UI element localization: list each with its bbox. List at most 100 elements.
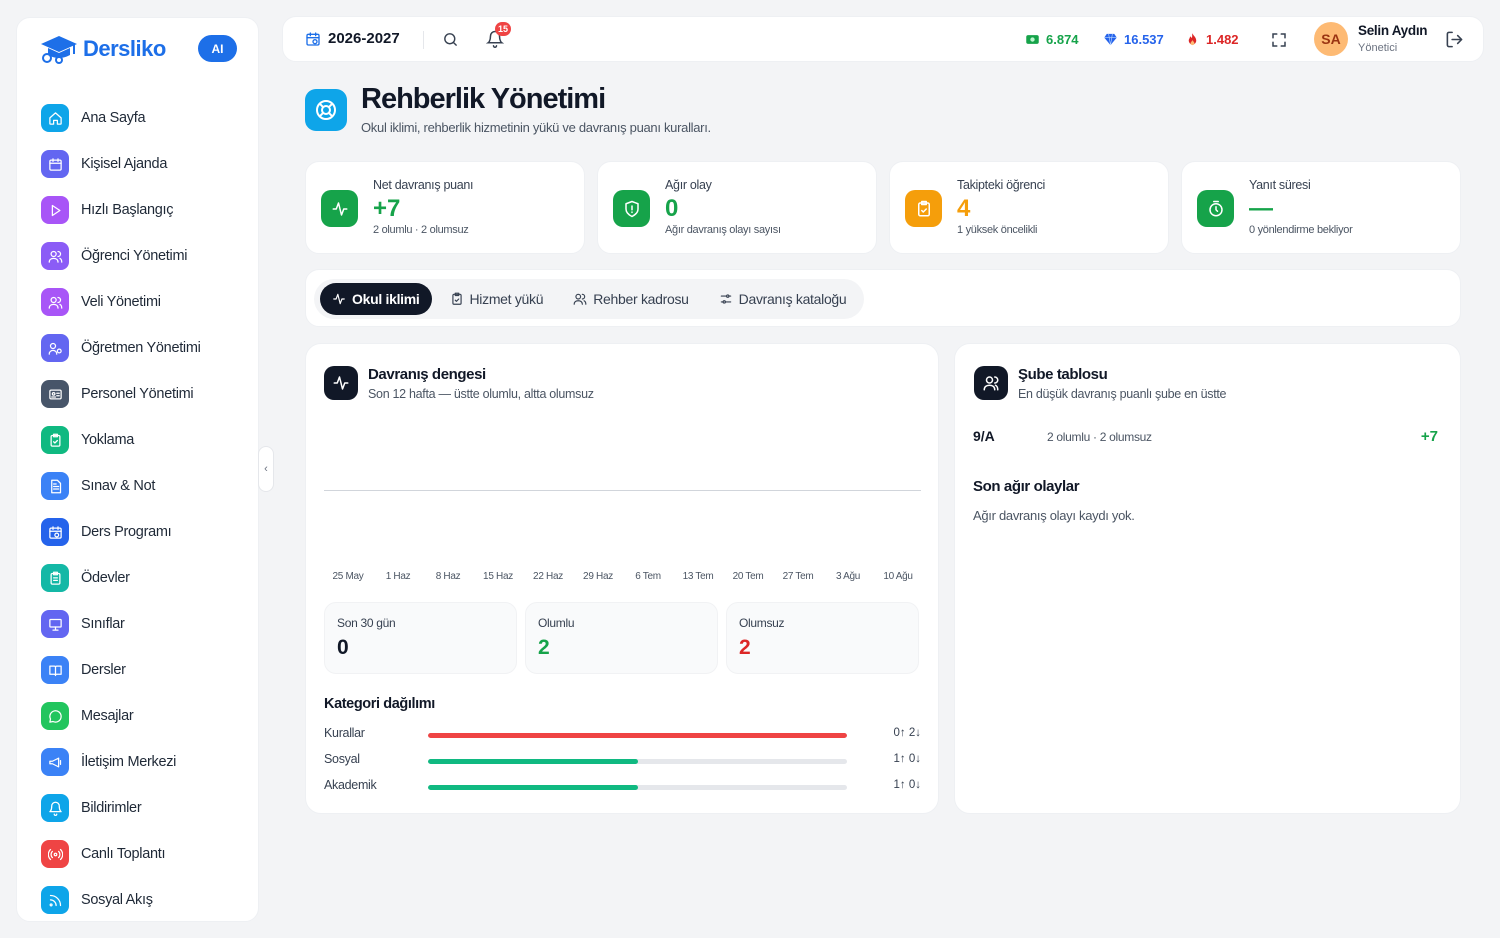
topbar-divider bbox=[423, 31, 424, 49]
category-name: Kurallar bbox=[324, 726, 365, 740]
sidebar-item-ana-sayfa[interactable]: Ana Sayfa bbox=[41, 95, 251, 141]
stat-fire[interactable]: 1.482 bbox=[1185, 32, 1239, 47]
sidebar-item-mesajlar[interactable]: Mesajlar bbox=[41, 693, 251, 739]
stat-value: 6.874 bbox=[1046, 32, 1079, 47]
x-tick-label: 27 Tem bbox=[782, 571, 814, 582]
kpi-label: Ağır olay bbox=[665, 178, 712, 192]
brand-logo[interactable]: Dersliko bbox=[39, 34, 166, 64]
balance-stat-box: Olumlu 2 bbox=[525, 602, 718, 674]
sidebar-item-dersler[interactable]: Dersler bbox=[41, 647, 251, 693]
kpi-note: Ağır davranış olayı sayısı bbox=[665, 224, 781, 236]
category-row: Akademik 1↑ 0↓ bbox=[324, 778, 921, 796]
sidebar-item-h-zl-bas-lang-c[interactable]: Hızlı Başlangıç bbox=[41, 187, 251, 233]
category-bar-track bbox=[428, 785, 847, 790]
sidebar-item-canl-toplant[interactable]: Canlı Toplantı bbox=[41, 831, 251, 877]
chart-baseline bbox=[324, 490, 921, 491]
sidebar-item-label: Canlı Toplantı bbox=[81, 846, 166, 862]
kpi-value: 4 bbox=[957, 195, 971, 222]
sidebar-item-yoklama[interactable]: Yoklama bbox=[41, 417, 251, 463]
activity-icon bbox=[332, 292, 346, 306]
category-name: Akademik bbox=[324, 778, 377, 792]
sidebar-item-label: Veli Yönetimi bbox=[81, 294, 161, 310]
sidebar-item-personel-yo-netimi[interactable]: Personel Yönetimi bbox=[41, 371, 251, 417]
shield-icon bbox=[613, 190, 650, 227]
branch-score: +7 bbox=[1420, 428, 1438, 445]
brand-name: Dersliko bbox=[83, 36, 166, 61]
tab-davran-s-katalog-u[interactable]: Davranış kataloğu bbox=[707, 283, 859, 315]
x-tick-label: 25 May bbox=[332, 571, 364, 582]
tab-bar: Okul iklimi Hizmet yükü Rehber kadrosu Davr… bbox=[314, 279, 865, 319]
logout-icon[interactable] bbox=[1445, 30, 1464, 49]
tab-label: Davranış kataloğu bbox=[738, 291, 847, 307]
sidebar-item-s-nav-not[interactable]: Sınav & Not bbox=[41, 463, 251, 509]
clipboard-icon bbox=[905, 190, 942, 227]
sidebar-item-label: Mesajlar bbox=[81, 708, 134, 724]
sidebar-item-label: Bildirimler bbox=[81, 800, 142, 816]
category-row: Kurallar 0↑ 2↓ bbox=[324, 726, 921, 744]
graduation-cap-icon bbox=[41, 36, 77, 64]
sidebar-item-s-n-flar[interactable]: Sınıflar bbox=[41, 601, 251, 647]
kpi-note: 0 yönlendirme bekliyor bbox=[1249, 224, 1353, 236]
kpi-label: Net davranış puanı bbox=[373, 178, 474, 192]
kpi-label: Yanıt süresi bbox=[1249, 178, 1311, 192]
sidebar: Dersliko AI Ana Sayfa Kişisel Ajanda Hızlı… bbox=[16, 17, 259, 922]
rss-icon bbox=[41, 886, 69, 914]
message-icon bbox=[41, 702, 69, 730]
x-tick-label: 22 Haz bbox=[533, 571, 563, 582]
sidebar-item-i-letis-im-merkezi[interactable]: İletişim Merkezi bbox=[41, 739, 251, 785]
avatar[interactable]: SA bbox=[1314, 22, 1348, 56]
sidebar-item-label: Ödevler bbox=[81, 570, 130, 586]
academic-year-selector[interactable]: 2026-2027 bbox=[305, 30, 400, 47]
category-row: Sosyal 1↑ 0↓ bbox=[324, 752, 921, 770]
sidebar-item-label: Sosyal Akış bbox=[81, 892, 153, 908]
fullscreen-icon[interactable] bbox=[1270, 31, 1288, 49]
category-counts: 1↑ 0↓ bbox=[893, 753, 922, 765]
x-tick-label: 10 Ağu bbox=[883, 571, 913, 582]
kpi-card: Net davranış puanı +7 2 olumlu · 2 olumsuz bbox=[305, 161, 585, 254]
sidebar-item-bildirimler[interactable]: Bildirimler bbox=[41, 785, 251, 831]
user-role: Yönetici bbox=[1358, 42, 1398, 54]
calendar-icon bbox=[306, 31, 320, 46]
sidebar-item-veli-yo-netimi[interactable]: Veli Yönetimi bbox=[41, 279, 251, 325]
clipboard-icon bbox=[41, 426, 69, 454]
users-icon bbox=[41, 288, 69, 316]
sidebar-item-label: Kişisel Ajanda bbox=[81, 156, 168, 172]
branch-name: 9/A bbox=[973, 428, 995, 444]
ai-button[interactable]: AI bbox=[198, 35, 237, 62]
category-bar-fill bbox=[428, 733, 847, 738]
balance-stat-box: Son 30 gün 0 bbox=[324, 602, 517, 674]
sidebar-item-label: Ders Programı bbox=[81, 524, 172, 540]
kpi-card: Takipteki öğrenci 4 1 yüksek öncelikli bbox=[889, 161, 1169, 254]
kpi-card: Yanıt süresi — 0 yönlendirme bekliyor bbox=[1181, 161, 1461, 254]
megaphone-icon bbox=[41, 748, 69, 776]
card-subtitle: En düşük davranış puanlı şube en üstte bbox=[1018, 387, 1227, 401]
sidebar-item-o-g-retmen-yo-netimi[interactable]: Öğretmen Yönetimi bbox=[41, 325, 251, 371]
tab-rehber-kadrosu[interactable]: Rehber kadrosu bbox=[561, 283, 700, 315]
sidebar-item-kis-isel-ajanda[interactable]: Kişisel Ajanda bbox=[41, 141, 251, 187]
calendar-icon bbox=[41, 150, 69, 178]
users-icon bbox=[573, 292, 587, 306]
stat-label: Olumlu bbox=[538, 616, 575, 630]
sidebar-collapse-button[interactable]: ‹ bbox=[258, 446, 274, 492]
category-bar-fill bbox=[428, 759, 638, 764]
sidebar-item-o-devler[interactable]: Ödevler bbox=[41, 555, 251, 601]
users-icon bbox=[974, 366, 1008, 400]
sidebar-item-label: Dersler bbox=[81, 662, 126, 678]
tab-okul-iklimi[interactable]: Okul iklimi bbox=[320, 283, 432, 315]
x-tick-label: 6 Tem bbox=[635, 571, 661, 582]
sidebar-item-sosyal-ak-s[interactable]: Sosyal Akış bbox=[41, 877, 251, 923]
tab-hizmet-yu-ku[interactable]: Hizmet yükü bbox=[438, 283, 556, 315]
sidebar-item-label: Ana Sayfa bbox=[81, 110, 146, 126]
stat-money[interactable]: 6.874 bbox=[1025, 32, 1079, 47]
sidebar-item-o-g-renci-yo-netimi[interactable]: Öğrenci Yönetimi bbox=[41, 233, 251, 279]
sliders-icon bbox=[719, 292, 733, 306]
search-icon[interactable] bbox=[442, 31, 459, 48]
document-icon bbox=[41, 472, 69, 500]
tab-label: Rehber kadrosu bbox=[593, 291, 689, 307]
behavior-balance-card: Davranış dengesi Son 12 hafta — üstte ol… bbox=[305, 343, 939, 814]
sidebar-nav: Ana Sayfa Kişisel Ajanda Hızlı Başlangıç Öğ… bbox=[41, 95, 251, 923]
category-bar-track bbox=[428, 759, 847, 764]
sidebar-item-ders-program[interactable]: Ders Programı bbox=[41, 509, 251, 555]
home-icon bbox=[41, 104, 69, 132]
stat-gem[interactable]: 16.537 bbox=[1103, 32, 1164, 47]
